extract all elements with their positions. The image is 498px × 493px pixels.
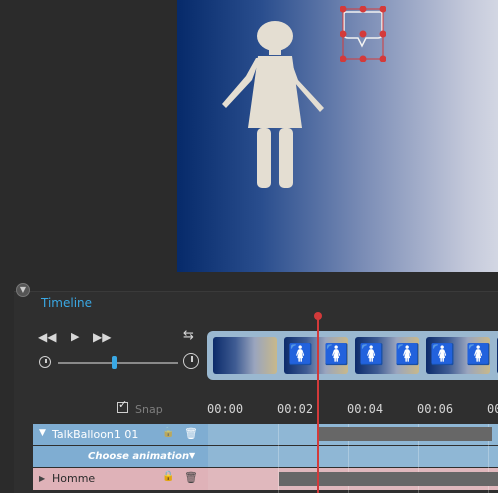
fast-clock-hand xyxy=(191,356,193,362)
talk-balloon-selected[interactable] xyxy=(340,6,386,62)
snap-label: Snap xyxy=(135,403,163,416)
checkmark-icon: ✓ xyxy=(118,398,128,411)
time-tick: 00:00 xyxy=(207,402,244,416)
play-button[interactable]: ▶ xyxy=(71,331,79,343)
scene-thumbnail[interactable]: 🚺 🚺 xyxy=(426,337,490,374)
expand-track-icon[interactable]: ▼ xyxy=(39,428,46,438)
chevron-down-icon[interactable]: ▼ xyxy=(189,451,195,460)
time-tick: 00:06 xyxy=(417,402,454,416)
choose-animation-dropdown[interactable]: Choose animation xyxy=(88,451,189,462)
panel-toggle-icon[interactable]: ▼ xyxy=(16,283,30,297)
woman-character[interactable] xyxy=(222,20,332,192)
speed-slider-thumb[interactable] xyxy=(112,356,118,369)
expand-track-icon[interactable]: ▶ xyxy=(39,474,45,483)
app-window: ▼ Timeline ◀◀ ▶ ▶▶ ⇆ 🚺 🚺 🚺 🚺 🚺 🚺 ✓ Snap … xyxy=(0,0,498,493)
woman-figure-icon: 🚺 xyxy=(466,342,490,366)
talkballoon-clip[interactable] xyxy=(318,427,492,441)
playhead[interactable] xyxy=(317,316,319,493)
trash-icon[interactable]: 🗑 xyxy=(184,471,198,484)
woman-figure-icon: 🚺 xyxy=(324,342,348,366)
scene-thumbnail[interactable] xyxy=(213,337,277,374)
woman-figure-icon: 🚺 xyxy=(288,342,313,366)
homme-clip[interactable] xyxy=(279,472,498,486)
loop-button[interactable]: ⇆ xyxy=(183,329,194,342)
track-name: TalkBalloon1 01 xyxy=(52,428,139,441)
scene-canvas[interactable] xyxy=(177,0,498,272)
woman-figure-icon: 🚺 xyxy=(430,342,455,366)
speed-slider-track[interactable] xyxy=(58,362,178,364)
time-tick: 00:0 xyxy=(487,402,498,416)
lock-icon[interactable]: 🔒 xyxy=(162,471,174,482)
slow-clock-hand xyxy=(45,359,47,363)
rewind-button[interactable]: ◀◀ xyxy=(38,331,56,343)
trash-icon[interactable]: 🗑 xyxy=(184,427,198,440)
fast-forward-button[interactable]: ▶▶ xyxy=(93,331,111,343)
time-tick: 00:02 xyxy=(277,402,314,416)
woman-figure-icon: 🚺 xyxy=(359,342,384,366)
track-name: Homme xyxy=(52,472,96,485)
woman-figure-icon: 🚺 xyxy=(395,342,419,366)
playhead-handle[interactable] xyxy=(314,312,322,320)
time-tick: 00:04 xyxy=(347,402,384,416)
scene-thumbnail[interactable]: 🚺 🚺 xyxy=(355,337,419,374)
scene-thumbnail[interactable]: 🚺 🚺 xyxy=(284,337,348,374)
timeline-title: Timeline xyxy=(41,296,93,310)
lock-icon[interactable]: 🔒 xyxy=(162,427,174,438)
